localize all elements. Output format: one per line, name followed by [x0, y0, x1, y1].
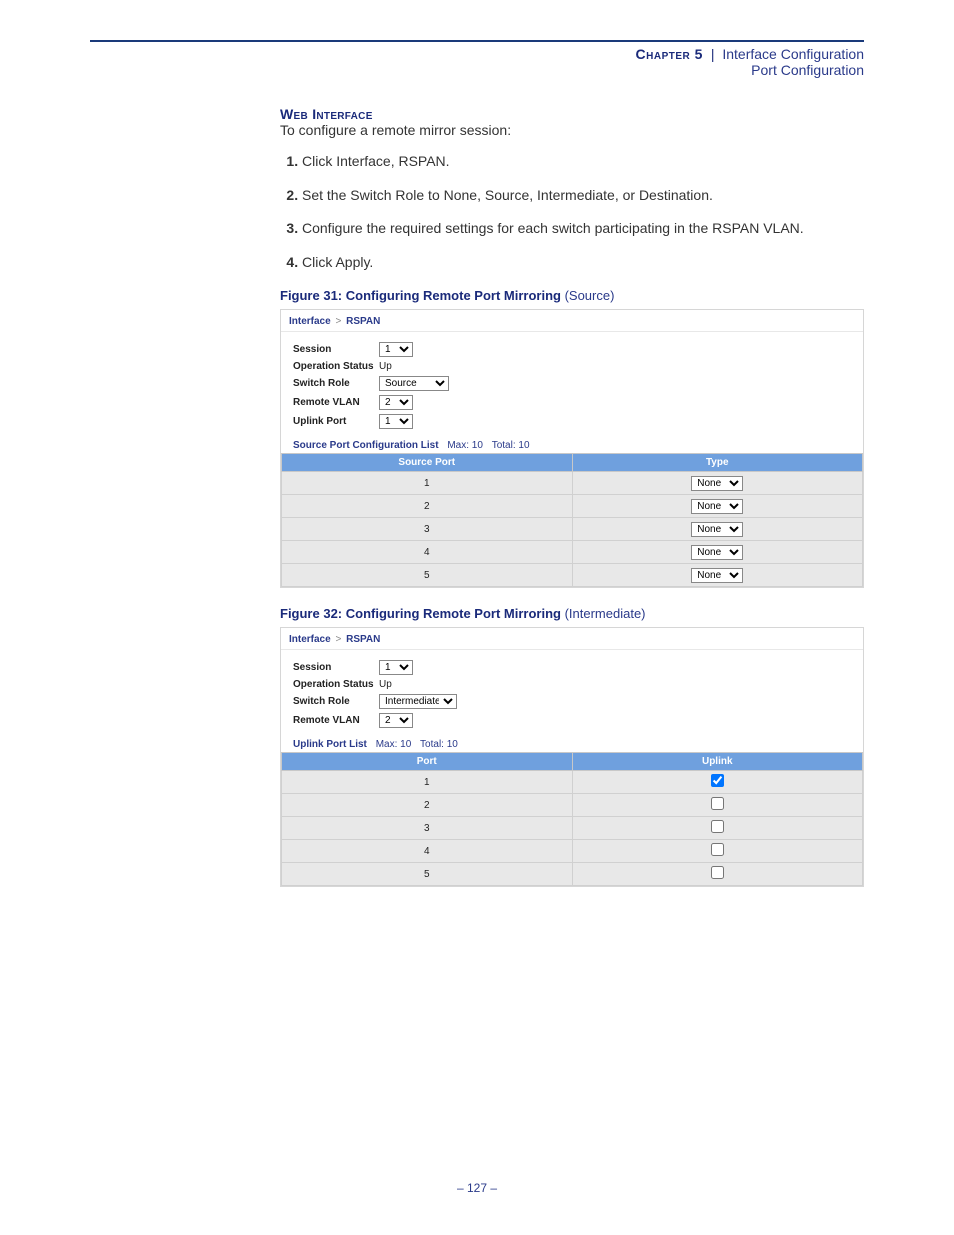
- header-separator: |: [707, 46, 719, 62]
- switch-role-label: Switch Role: [293, 378, 379, 389]
- uplink-checkbox[interactable]: [711, 866, 724, 879]
- list-max: Max: 10: [376, 739, 412, 750]
- remote-vlan-label: Remote VLAN: [293, 715, 379, 726]
- switch-role-select[interactable]: Source: [379, 376, 449, 391]
- subsection-label: Port Configuration: [90, 62, 864, 78]
- breadcrumb: Interface > RSPAN: [281, 310, 863, 332]
- uplink-checkbox[interactable]: [711, 843, 724, 856]
- figure31-variant: (Source): [565, 288, 615, 303]
- cell-port: 1: [282, 472, 573, 495]
- cell-port: 4: [282, 840, 573, 863]
- breadcrumb-root: Interface: [289, 316, 331, 327]
- table-row: 1: [282, 771, 863, 794]
- breadcrumb-root: Interface: [289, 634, 331, 645]
- op-status-label: Operation Status: [293, 679, 379, 690]
- list-total: Total: 10: [492, 440, 530, 451]
- session-label: Session: [293, 344, 379, 355]
- remote-vlan-select[interactable]: 2: [379, 395, 413, 410]
- cell-port: 2: [282, 794, 573, 817]
- list-total: Total: 10: [420, 739, 458, 750]
- type-select[interactable]: None: [691, 499, 743, 514]
- figure32-panel: Interface > RSPAN Session 1 Operation St…: [280, 627, 864, 887]
- page-number: – 127 –: [0, 1181, 954, 1195]
- source-port-table: Source Port Type 1 None 2 None 3 None 4 None…: [281, 453, 863, 587]
- cell-port: 5: [282, 564, 573, 587]
- col-source-port: Source Port: [282, 454, 573, 472]
- type-select[interactable]: None: [691, 545, 743, 560]
- col-uplink: Uplink: [572, 753, 863, 771]
- figure31-label: Figure 31: Configuring Remote Port Mirro…: [280, 288, 561, 303]
- intro-text: To configure a remote mirror session:: [280, 122, 864, 138]
- cell-port: 1: [282, 771, 573, 794]
- table-row: 1 None: [282, 472, 863, 495]
- uplink-port-table: Port Uplink 1 2 3 4 5: [281, 752, 863, 886]
- session-select[interactable]: 1: [379, 660, 413, 675]
- breadcrumb-leaf: RSPAN: [346, 316, 380, 327]
- figure31-panel: Interface > RSPAN Session 1 Operation St…: [280, 309, 864, 588]
- cell-port: 3: [282, 518, 573, 541]
- uplink-checkbox[interactable]: [711, 774, 724, 787]
- list-title: Source Port Configuration List Max: 10 T…: [281, 437, 863, 453]
- cell-port: 5: [282, 863, 573, 886]
- table-row: 3: [282, 817, 863, 840]
- table-row: 4 None: [282, 541, 863, 564]
- table-row: 5: [282, 863, 863, 886]
- list-title: Uplink Port List Max: 10 Total: 10: [281, 736, 863, 752]
- cell-port: 4: [282, 541, 573, 564]
- session-label: Session: [293, 662, 379, 673]
- uplink-checkbox[interactable]: [711, 797, 724, 810]
- remote-vlan-label: Remote VLAN: [293, 397, 379, 408]
- step-item: Configure the required settings for each…: [302, 219, 864, 239]
- op-status-label: Operation Status: [293, 361, 379, 372]
- switch-role-select[interactable]: Intermediate: [379, 694, 457, 709]
- op-status-value: Up: [379, 361, 392, 372]
- list-max: Max: 10: [447, 440, 483, 451]
- uplink-port-label: Uplink Port: [293, 416, 379, 427]
- type-select[interactable]: None: [691, 568, 743, 583]
- step-item: Set the Switch Role to None, Source, Int…: [302, 186, 864, 206]
- steps-list: Click Interface, RSPAN. Set the Switch R…: [280, 152, 864, 272]
- list-title-text: Uplink Port List: [293, 739, 367, 750]
- uplink-port-select[interactable]: 1: [379, 414, 413, 429]
- col-port: Port: [282, 753, 573, 771]
- cell-port: 3: [282, 817, 573, 840]
- chapter-label: Chapter 5: [636, 46, 703, 62]
- table-row: 3 None: [282, 518, 863, 541]
- switch-role-label: Switch Role: [293, 696, 379, 707]
- list-title-text: Source Port Configuration List: [293, 440, 439, 451]
- op-status-value: Up: [379, 679, 392, 690]
- step-item: Click Interface, RSPAN.: [302, 152, 864, 172]
- section-label: Interface Configuration: [722, 46, 864, 62]
- remote-vlan-select[interactable]: 2: [379, 713, 413, 728]
- breadcrumb-leaf: RSPAN: [346, 634, 380, 645]
- table-row: 4: [282, 840, 863, 863]
- step-item: Click Apply.: [302, 253, 864, 273]
- type-select[interactable]: None: [691, 522, 743, 537]
- figure32-variant: (Intermediate): [565, 606, 646, 621]
- page-header: Chapter 5 | Interface Configuration Port…: [90, 46, 864, 78]
- session-select[interactable]: 1: [379, 342, 413, 357]
- figure31-caption: Figure 31: Configuring Remote Port Mirro…: [280, 288, 864, 303]
- section-heading: Web Interface: [280, 106, 864, 122]
- type-select[interactable]: None: [691, 476, 743, 491]
- breadcrumb: Interface > RSPAN: [281, 628, 863, 650]
- figure32-caption: Figure 32: Configuring Remote Port Mirro…: [280, 606, 864, 621]
- table-row: 2 None: [282, 495, 863, 518]
- table-row: 2: [282, 794, 863, 817]
- uplink-checkbox[interactable]: [711, 820, 724, 833]
- cell-port: 2: [282, 495, 573, 518]
- figure32-label: Figure 32: Configuring Remote Port Mirro…: [280, 606, 561, 621]
- col-type: Type: [572, 454, 863, 472]
- table-row: 5 None: [282, 564, 863, 587]
